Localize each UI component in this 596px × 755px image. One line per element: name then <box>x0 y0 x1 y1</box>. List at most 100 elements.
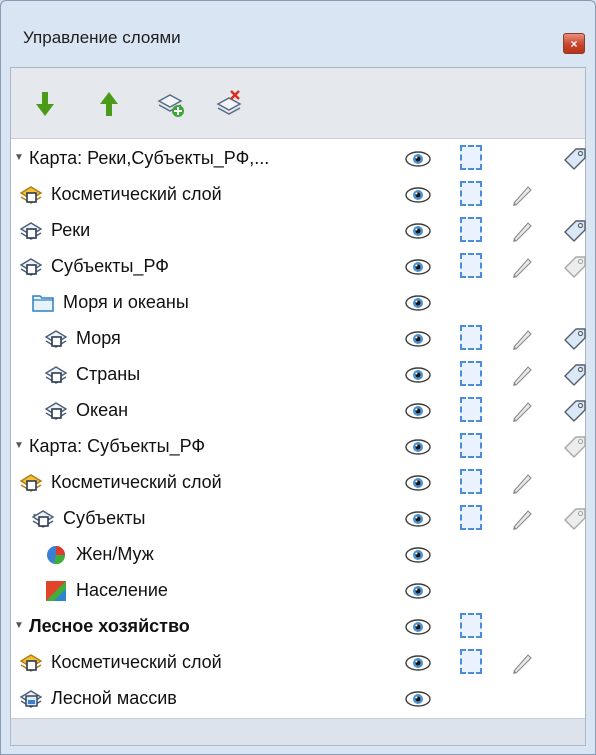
visibility-eye-icon[interactable] <box>405 294 431 312</box>
expand-toggle-icon[interactable]: ▼ <box>14 153 24 163</box>
layer-label: Лесной массив <box>51 688 177 708</box>
edit-pencil-icon[interactable] <box>509 326 535 352</box>
selectable-toggle[interactable] <box>460 217 482 242</box>
close-button[interactable]: × <box>563 33 585 54</box>
layer-row[interactable]: Лесной массив <box>11 681 585 717</box>
selectable-toggle[interactable] <box>460 361 482 386</box>
layer-row[interactable]: ▼ Карта: Реки,Субъекты_РФ,... <box>11 141 587 177</box>
window-title: Управление слоями <box>23 28 181 47</box>
selectable-toggle[interactable] <box>460 469 482 494</box>
edit-pencil-icon[interactable] <box>509 650 535 676</box>
edit-pencil-icon[interactable] <box>509 218 535 244</box>
range-theme-icon <box>44 580 68 602</box>
layer-label: Реки <box>51 220 91 240</box>
pie-chart-icon <box>44 544 68 566</box>
layer-label: Субъекты_РФ <box>51 256 169 276</box>
selectable-toggle[interactable] <box>460 181 482 206</box>
status-bar <box>11 718 585 745</box>
cosmetic-layer-icon <box>19 652 43 674</box>
visibility-eye-icon[interactable] <box>405 258 431 276</box>
label-tag-icon[interactable] <box>563 147 587 171</box>
visibility-eye-icon[interactable] <box>405 474 431 492</box>
visibility-eye-icon[interactable] <box>405 150 431 168</box>
raster-layer-icon <box>19 688 43 710</box>
selectable-toggle[interactable] <box>460 649 482 674</box>
vector-layer-icon <box>44 400 68 422</box>
selectable-toggle[interactable] <box>460 253 482 278</box>
title-bar[interactable]: Управление слоями × <box>1 1 595 67</box>
label-tag-icon[interactable] <box>563 399 587 423</box>
layer-label: Моря <box>76 328 121 348</box>
visibility-eye-icon[interactable] <box>405 546 431 564</box>
layer-label: Население <box>76 580 168 600</box>
label-tag-icon[interactable] <box>563 219 587 243</box>
expand-toggle-icon[interactable]: ▼ <box>14 441 24 451</box>
visibility-eye-icon[interactable] <box>405 402 431 420</box>
layer-label: Страны <box>76 364 141 384</box>
layer-row[interactable]: ▼ Лесное хозяйство <box>11 609 585 645</box>
layer-row[interactable]: Косметический слой <box>11 465 585 501</box>
remove-layer-icon <box>216 90 242 115</box>
edit-pencil-icon[interactable] <box>509 470 535 496</box>
layer-row[interactable]: ▼ Карта: Субъекты_РФ <box>11 429 587 465</box>
layer-row[interactable]: Океан <box>11 393 587 429</box>
visibility-eye-icon[interactable] <box>405 510 431 528</box>
selectable-toggle[interactable] <box>460 325 482 350</box>
remove-layer-button[interactable] <box>214 88 246 120</box>
label-tag-icon[interactable] <box>563 255 587 279</box>
edit-pencil-icon[interactable] <box>509 254 535 280</box>
layer-label: Карта: Субъекты_РФ <box>29 436 206 456</box>
visibility-eye-icon[interactable] <box>405 222 431 240</box>
vector-layer-icon <box>31 508 55 530</box>
visibility-eye-icon[interactable] <box>405 330 431 348</box>
cosmetic-layer-icon <box>19 184 43 206</box>
toolbar <box>11 68 585 139</box>
layer-row[interactable]: Косметический слой <box>11 177 585 213</box>
layer-row[interactable]: Жен/Муж <box>11 537 585 573</box>
add-layer-button[interactable] <box>155 88 187 120</box>
visibility-eye-icon[interactable] <box>405 654 431 672</box>
edit-pencil-icon[interactable] <box>509 182 535 208</box>
move-down-button[interactable] <box>29 88 61 120</box>
layer-control-window: Управление слоями × ▼ Карта: Реки,Субъек… <box>0 0 596 755</box>
label-tag-icon[interactable] <box>563 507 587 531</box>
layer-row[interactable]: ▼Субъекты <box>11 501 587 537</box>
layer-row[interactable]: Реки <box>11 213 587 249</box>
selectable-toggle[interactable] <box>460 613 482 638</box>
layer-row[interactable]: Субъекты_РФ <box>11 249 587 285</box>
layer-row[interactable]: Население <box>11 573 585 609</box>
layer-row[interactable]: ▼Моря и океаны <box>11 285 585 321</box>
edit-pencil-icon[interactable] <box>509 362 535 388</box>
vector-layer-icon <box>44 328 68 350</box>
expand-toggle-icon[interactable]: ▼ <box>14 621 24 631</box>
label-tag-icon[interactable] <box>563 327 587 351</box>
selectable-toggle[interactable] <box>460 505 482 530</box>
visibility-eye-icon[interactable] <box>405 618 431 636</box>
label-tag-icon[interactable] <box>563 363 587 387</box>
edit-pencil-icon[interactable] <box>509 398 535 424</box>
edit-pencil-icon[interactable] <box>509 506 535 532</box>
arrow-down-icon <box>36 92 54 116</box>
move-up-button[interactable] <box>93 88 125 120</box>
selectable-toggle[interactable] <box>460 145 482 170</box>
layer-label: Косметический слой <box>51 472 222 492</box>
close-icon: × <box>570 36 578 51</box>
layer-row[interactable]: Моря <box>11 321 587 357</box>
layer-row[interactable]: Страны <box>11 357 587 393</box>
layer-label: Океан <box>76 400 129 420</box>
visibility-eye-icon[interactable] <box>405 582 431 600</box>
layer-label: Косметический слой <box>51 184 222 204</box>
visibility-eye-icon[interactable] <box>405 690 431 708</box>
vector-layer-icon <box>19 220 43 242</box>
visibility-eye-icon[interactable] <box>405 186 431 204</box>
vector-layer-icon <box>19 256 43 278</box>
visibility-eye-icon[interactable] <box>405 366 431 384</box>
layer-label: Карта: Реки,Субъекты_РФ,... <box>29 148 270 168</box>
layer-row[interactable]: Косметический слой <box>11 645 585 681</box>
selectable-toggle[interactable] <box>460 433 482 458</box>
label-tag-icon[interactable] <box>563 435 587 459</box>
layer-label: Косметический слой <box>51 652 222 672</box>
selectable-toggle[interactable] <box>460 397 482 422</box>
visibility-eye-icon[interactable] <box>405 438 431 456</box>
layer-label: Жен/Муж <box>76 544 154 564</box>
